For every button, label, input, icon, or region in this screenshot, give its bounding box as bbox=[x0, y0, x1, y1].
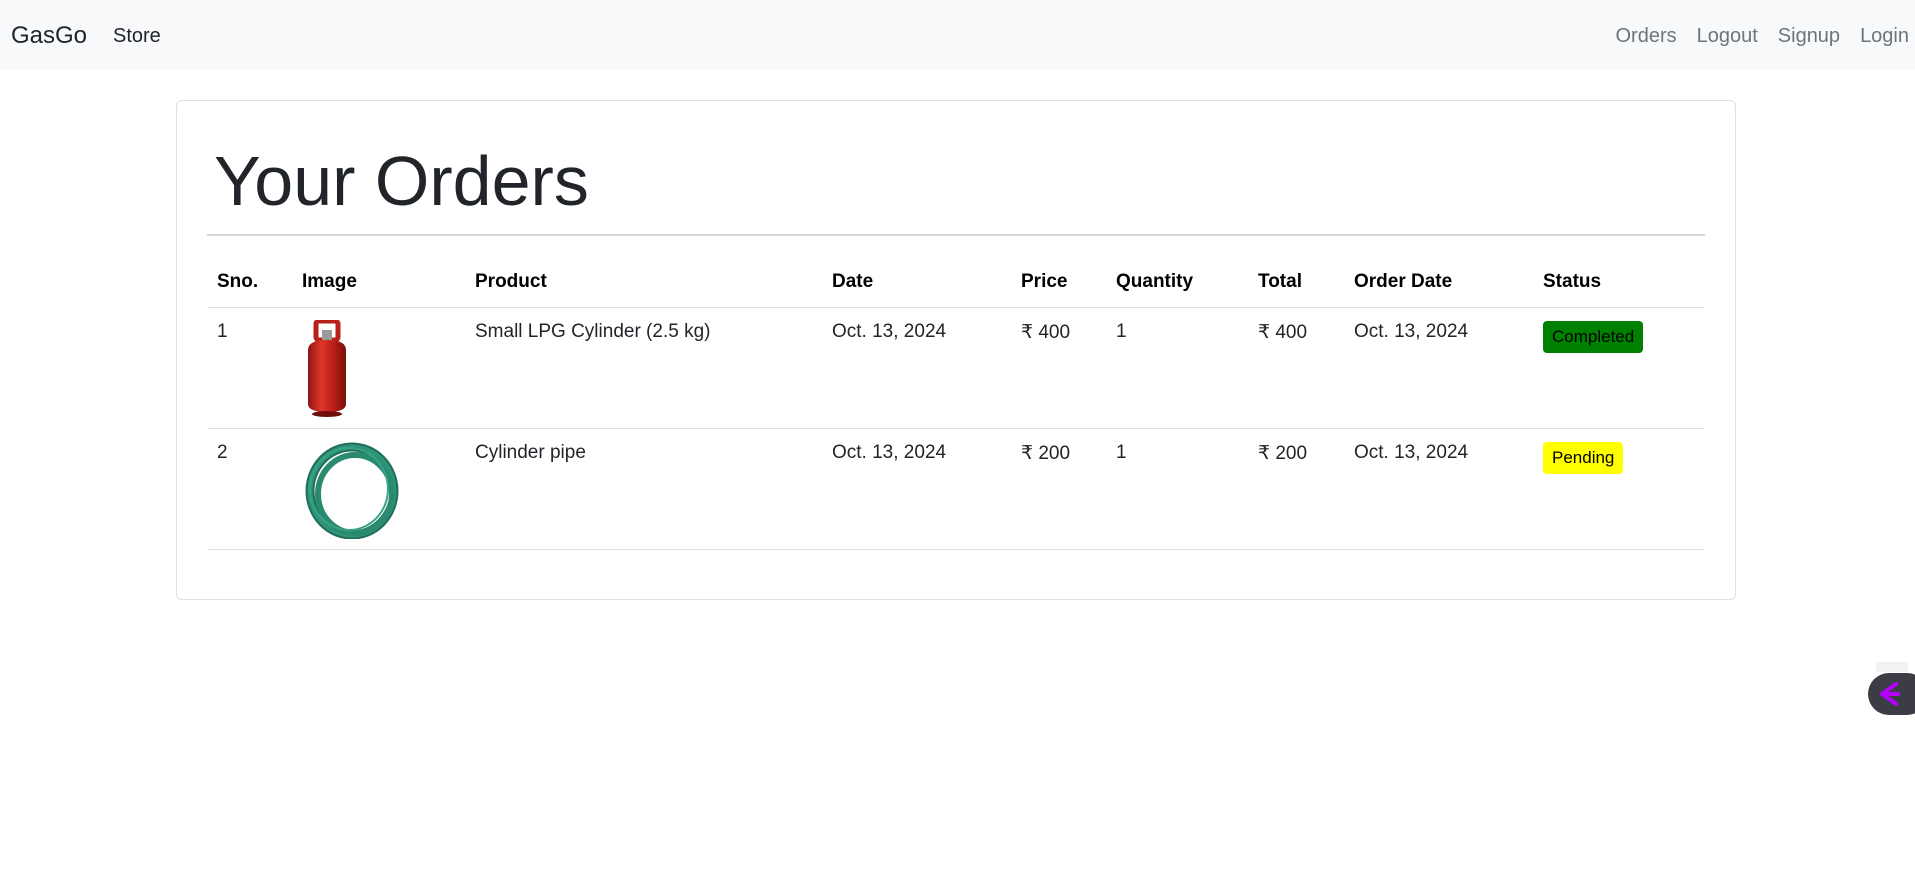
orders-table: Sno. Image Product Date Price Quantity T… bbox=[207, 258, 1705, 550]
col-header-date: Date bbox=[822, 258, 1011, 308]
nav-link-login[interactable]: Login bbox=[1860, 23, 1909, 49]
status-badge-pending: Pending bbox=[1543, 441, 1624, 474]
cell-date: Oct. 13, 2024 bbox=[822, 307, 1011, 429]
page-title: Your Orders bbox=[214, 142, 589, 220]
green-hose-pipe-image bbox=[305, 442, 399, 539]
cell-sno: 1 bbox=[207, 307, 292, 429]
table-header-row: Sno. Image Product Date Price Quantity T… bbox=[207, 258, 1705, 308]
cell-total: ₹ 200 bbox=[1248, 428, 1344, 550]
cell-product: Cylinder pipe bbox=[465, 428, 822, 550]
navbar: GasGo Store Orders Logout Signup Login bbox=[0, 0, 1915, 70]
col-header-status: Status bbox=[1533, 258, 1705, 308]
nav-link-orders[interactable]: Orders bbox=[1615, 23, 1676, 49]
nav-link-signup[interactable]: Signup bbox=[1778, 23, 1840, 49]
cell-price: ₹ 400 bbox=[1011, 307, 1106, 429]
cell-quantity: 1 bbox=[1106, 428, 1248, 550]
cell-price: ₹ 200 bbox=[1011, 428, 1106, 550]
cell-product: Small LPG Cylinder (2.5 kg) bbox=[465, 307, 822, 429]
red-gas-cylinder-image bbox=[308, 318, 346, 417]
cell-status: Pending bbox=[1533, 428, 1705, 550]
cell-order-date: Oct. 13, 2024 bbox=[1344, 428, 1533, 550]
nav-right-links: Orders Logout Signup Login bbox=[1615, 23, 1909, 49]
col-header-image: Image bbox=[292, 258, 465, 308]
status-badge-completed: Completed bbox=[1543, 320, 1644, 353]
cell-status: Completed bbox=[1533, 307, 1705, 429]
col-header-quantity: Quantity bbox=[1106, 258, 1248, 308]
cell-image bbox=[292, 307, 465, 429]
col-header-product: Product bbox=[465, 258, 822, 308]
floating-widget-tab bbox=[1876, 662, 1908, 672]
cell-sno: 2 bbox=[207, 428, 292, 550]
orders-card: Your Orders Sno. Image Product Date Pric… bbox=[176, 100, 1736, 600]
brand-logo[interactable]: GasGo bbox=[11, 20, 87, 52]
table-row: 1 Small LPG Cylinder (2.5 kg) Oct. 13, 2… bbox=[207, 307, 1705, 429]
cell-date: Oct. 13, 2024 bbox=[822, 428, 1011, 550]
cell-quantity: 1 bbox=[1106, 307, 1248, 429]
nav-link-store[interactable]: Store bbox=[113, 23, 161, 49]
cell-order-date: Oct. 13, 2024 bbox=[1344, 307, 1533, 429]
nav-link-logout[interactable]: Logout bbox=[1697, 23, 1758, 49]
col-header-price: Price bbox=[1011, 258, 1106, 308]
col-header-sno: Sno. bbox=[207, 258, 292, 308]
assistant-widget-button[interactable] bbox=[1868, 673, 1915, 715]
cell-image bbox=[292, 428, 465, 550]
col-header-order-date: Order Date bbox=[1344, 258, 1533, 308]
cell-total: ₹ 400 bbox=[1248, 307, 1344, 429]
title-divider bbox=[207, 234, 1705, 236]
table-row: 2 Cylinder pipe Oct. 13, 2024 ₹ 200 1 ₹ … bbox=[207, 428, 1705, 550]
col-header-total: Total bbox=[1248, 258, 1344, 308]
assistant-logo-icon bbox=[1880, 682, 1900, 706]
